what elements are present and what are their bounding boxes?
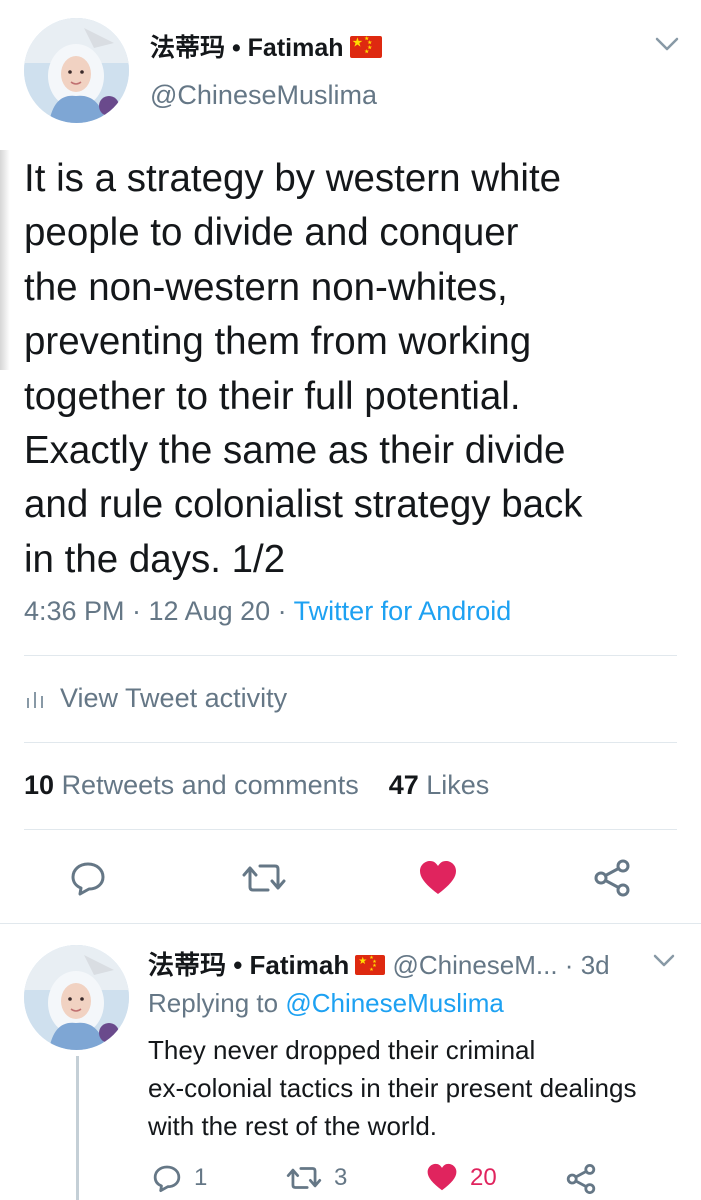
retweet-button[interactable] — [241, 856, 287, 900]
tweet-text-line: It is a strategy by western white — [24, 157, 562, 200]
activity-bars-icon — [27, 691, 43, 708]
heart-filled-icon — [420, 861, 456, 894]
likes-stat[interactable]: 47 Likes — [389, 770, 490, 800]
heart-filled-icon — [427, 1163, 457, 1191]
tweet-text-line: Exactly the same as their divide — [24, 429, 566, 473]
tweet-text-line: people to divide and conquer — [24, 211, 519, 255]
share-button[interactable] — [590, 856, 634, 900]
reply-author-name[interactable]: 法蒂玛 • Fatimah — [148, 950, 349, 980]
reply-retweet-count: 3 — [334, 1164, 348, 1191]
retweet-arrows-icon — [242, 864, 286, 892]
chevron-down-icon[interactable] — [652, 952, 676, 970]
divider — [24, 655, 677, 656]
share-nodes-icon — [566, 1164, 596, 1194]
tweet-text: It is a strategy by western white people… — [24, 152, 684, 587]
retweets-label: Retweets and comments — [61, 770, 359, 800]
reply-like-count: 20 — [470, 1163, 497, 1191]
china-flag-icon: ★ ★ ★ ★ ★ — [355, 955, 386, 976]
retweet-arrows-icon — [286, 1167, 322, 1189]
replying-to-handle-link[interactable]: @ChineseMuslima — [285, 988, 504, 1018]
flag-star-icon: ★ — [352, 37, 363, 50]
tweet-text-line: preventing them from working — [24, 320, 532, 364]
flag-star-icon: ★ — [358, 956, 368, 968]
reply-text-line: They never dropped their criminal — [148, 1035, 536, 1065]
thread-line — [76, 1056, 79, 1200]
chevron-down-icon[interactable] — [654, 34, 680, 54]
likes-label: Likes — [426, 770, 490, 800]
share-nodes-icon — [594, 859, 630, 897]
retweets-stat[interactable]: 10 Retweets and comments — [24, 770, 359, 800]
tweet-meta: 4:36 PM · 12 Aug 20 · Twitter for Androi… — [24, 596, 511, 627]
reply-text: They never dropped their criminal ex-col… — [148, 1031, 693, 1145]
reply-button[interactable] — [66, 856, 110, 900]
tweet-text-line: the non-western non-whites, — [24, 265, 508, 309]
reply-share-button[interactable] — [565, 1163, 609, 1195]
reply-reply-count: 1 — [194, 1164, 208, 1191]
flag-star-icon: ★ — [364, 49, 369, 56]
reply-text-line: with the rest of the world. — [148, 1111, 438, 1141]
retweets-count: 10 — [24, 770, 55, 800]
likes-count: 47 — [388, 770, 419, 800]
flag-star-icon: ★ — [369, 967, 374, 974]
divider — [24, 742, 677, 743]
tweet-text-line: in the days. 1/2 — [24, 537, 286, 581]
view-tweet-activity-link[interactable]: View Tweet activity — [24, 683, 287, 714]
tweet-stats: 10 Retweets and comments 47 Likes — [24, 770, 489, 801]
divider — [0, 923, 701, 924]
author-name[interactable]: 法蒂玛 • Fatimah ★ ★ ★ ★ ★ — [150, 28, 382, 64]
reply-handle-time[interactable]: @ChineseM... · 3d — [392, 950, 609, 980]
tweet-timestamp: 4:36 PM · 12 Aug 20 · — [24, 596, 294, 626]
reply-header: 法蒂玛 • Fatimah ★ ★ ★ ★ ★ @ChineseM... · 3d — [148, 945, 610, 982]
like-button[interactable] — [415, 856, 461, 900]
replying-to: Replying to @ChineseMuslima — [148, 988, 504, 1019]
reply-author-avatar[interactable] — [24, 945, 129, 1050]
replying-prefix: Replying to — [148, 988, 286, 1018]
divider — [24, 829, 677, 830]
author-handle[interactable]: @ChineseMuslima — [150, 80, 377, 111]
reply-bubble-icon — [71, 862, 105, 896]
reply-reply-button[interactable]: 1 — [152, 1163, 207, 1193]
author-avatar[interactable] — [24, 18, 129, 123]
avatar-photo — [24, 945, 129, 1050]
tweet-text-line: and rule colonialist strategy back — [24, 483, 583, 527]
avatar-photo — [24, 18, 129, 123]
tweet-source-link[interactable]: Twitter for Android — [294, 596, 512, 626]
china-flag-icon: ★ ★ ★ ★ ★ — [349, 36, 382, 59]
tweet-text-line: together to their full potential. — [24, 374, 521, 418]
reply-text-line: ex-colonial tactics in their present dea… — [148, 1073, 637, 1103]
reply-bubble-icon — [153, 1165, 181, 1193]
reply-retweet-button[interactable]: 3 — [286, 1163, 347, 1193]
author-name-text: 法蒂玛 • Fatimah — [150, 34, 344, 62]
reply-like-button[interactable]: 20 — [426, 1163, 497, 1192]
activity-label: View Tweet activity — [60, 683, 288, 713]
screen-edge-shadow — [0, 150, 10, 370]
